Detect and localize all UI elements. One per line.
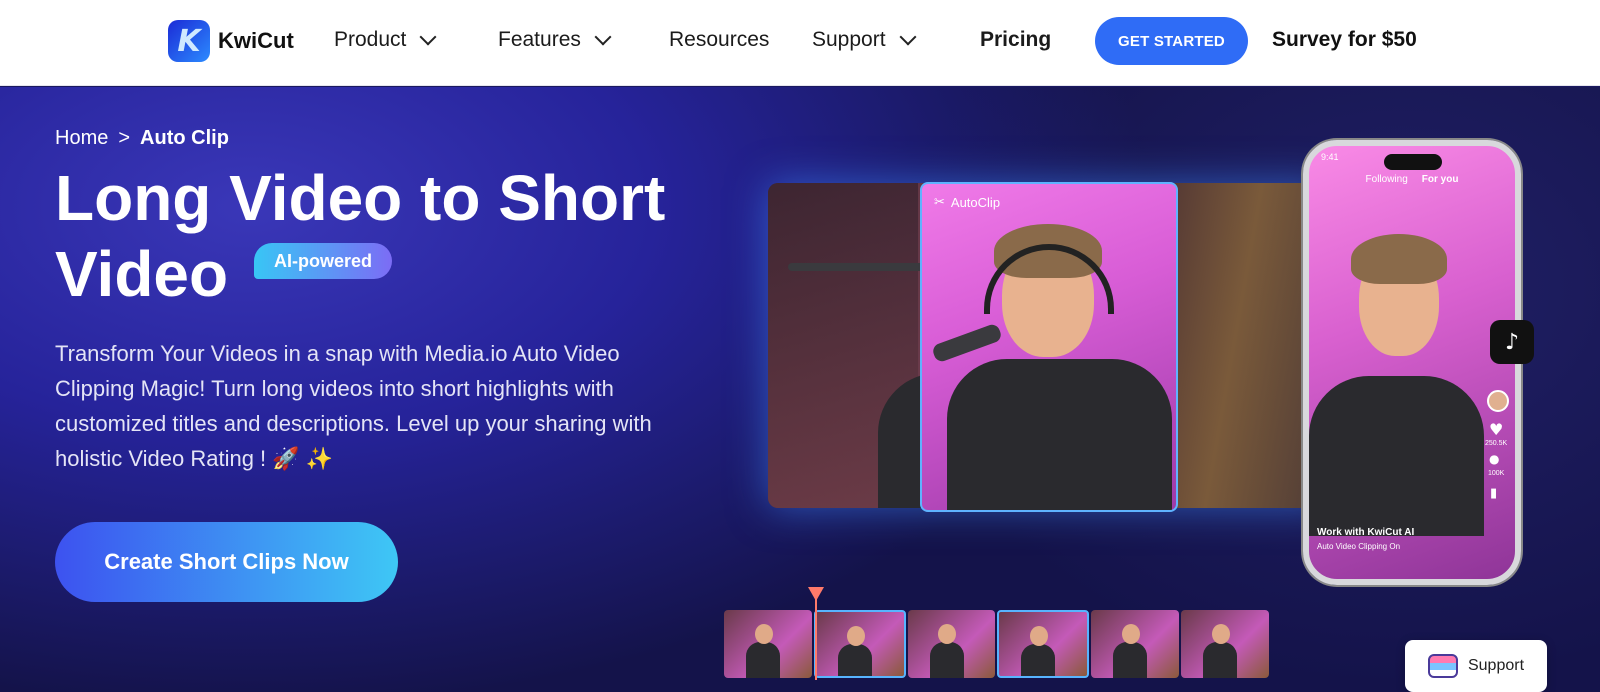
breadcrumb-current: Auto Clip bbox=[140, 127, 229, 149]
clip-timeline bbox=[724, 610, 1269, 680]
caption-title: Work with KwiCut AI bbox=[1317, 527, 1415, 538]
breadcrumb-separator: > bbox=[118, 127, 131, 149]
get-started-button[interactable]: GET STARTED bbox=[1095, 17, 1248, 65]
timeline-thumbnail[interactable] bbox=[907, 610, 996, 678]
top-navigation: K KwiCut Product Features Resources Supp… bbox=[0, 0, 1600, 86]
phone-time: 9:41 bbox=[1321, 152, 1339, 162]
tab-for-you: For you bbox=[1421, 174, 1459, 185]
nav-pricing-label: Pricing bbox=[980, 28, 1052, 51]
page-title: Long Video to Short Video bbox=[55, 162, 666, 310]
brand-logo[interactable]: K KwiCut bbox=[168, 20, 294, 62]
chevron-down-icon bbox=[594, 28, 612, 46]
chat-icon bbox=[1427, 654, 1458, 678]
support-widget-button[interactable]: Support bbox=[1405, 640, 1547, 692]
chevron-down-icon bbox=[899, 28, 917, 46]
avatar bbox=[1487, 390, 1509, 412]
heart-icon: ♥ bbox=[1489, 420, 1504, 439]
nav-support-label: Support bbox=[812, 28, 886, 51]
timeline-thumbnail[interactable] bbox=[997, 610, 1090, 678]
nav-product[interactable]: Product bbox=[334, 28, 437, 52]
timeline-thumbnail[interactable] bbox=[724, 610, 812, 678]
phone-preview: 9:41 Following For you ♥ 250.5K ● 100K ▮… bbox=[1303, 140, 1521, 585]
microphone bbox=[931, 322, 1003, 364]
caption-subtitle: Auto Video Clipping On bbox=[1317, 542, 1401, 551]
nav-resources-label: Resources bbox=[669, 28, 770, 51]
nav-product-label: Product bbox=[334, 28, 407, 51]
timeline-thumbnail[interactable] bbox=[1181, 610, 1269, 678]
scissors-icon: ✂ bbox=[934, 194, 945, 209]
person-body bbox=[1309, 376, 1484, 536]
hero-description: Transform Your Videos in a snap with Med… bbox=[55, 341, 652, 471]
comment-icon: ● bbox=[1489, 452, 1500, 466]
phone-tabs: Following For you bbox=[1309, 174, 1515, 185]
chevron-down-icon bbox=[419, 28, 437, 46]
breadcrumb: Home > Auto Clip bbox=[55, 127, 229, 150]
nav-features-label: Features bbox=[498, 28, 581, 51]
timeline-thumbnail[interactable] bbox=[813, 610, 906, 678]
create-short-clips-button[interactable]: Create Short Clips Now bbox=[55, 522, 398, 602]
nav-features[interactable]: Features bbox=[498, 28, 612, 52]
autoclip-label: ✂ AutoClip bbox=[934, 194, 1000, 210]
autoclip-frame: ✂ AutoClip bbox=[920, 182, 1178, 512]
brand-name: KwiCut bbox=[218, 28, 294, 53]
tiktok-icon: ♪ bbox=[1490, 320, 1534, 364]
breadcrumb-home[interactable]: Home bbox=[55, 127, 108, 150]
mic-arm bbox=[788, 263, 928, 271]
autoclip-label-text: AutoClip bbox=[950, 194, 1001, 210]
person-hair bbox=[1351, 234, 1447, 284]
bookmark-icon: ▮ bbox=[1490, 486, 1498, 501]
phone-notch bbox=[1384, 154, 1442, 170]
ai-powered-badge: AI-powered bbox=[254, 243, 393, 279]
nav-resources[interactable]: Resources bbox=[669, 28, 769, 52]
support-widget-label: Support bbox=[1467, 657, 1525, 674]
likes-count: 250.5K bbox=[1485, 440, 1508, 447]
comments-count: 100K bbox=[1488, 470, 1505, 477]
nav-pricing[interactable]: Pricing bbox=[980, 28, 1051, 52]
tab-following: Following bbox=[1365, 174, 1408, 185]
phone-caption: Work with KwiCut AI Auto Video Clipping … bbox=[1317, 526, 1414, 554]
nav-support[interactable]: Support bbox=[812, 28, 917, 52]
survey-link[interactable]: Survey for $50 bbox=[1272, 28, 1417, 52]
kwicut-logo-icon: K bbox=[168, 20, 210, 62]
person-body bbox=[947, 359, 1172, 510]
playhead[interactable] bbox=[815, 590, 817, 680]
timeline-thumbnail[interactable] bbox=[1091, 610, 1180, 678]
